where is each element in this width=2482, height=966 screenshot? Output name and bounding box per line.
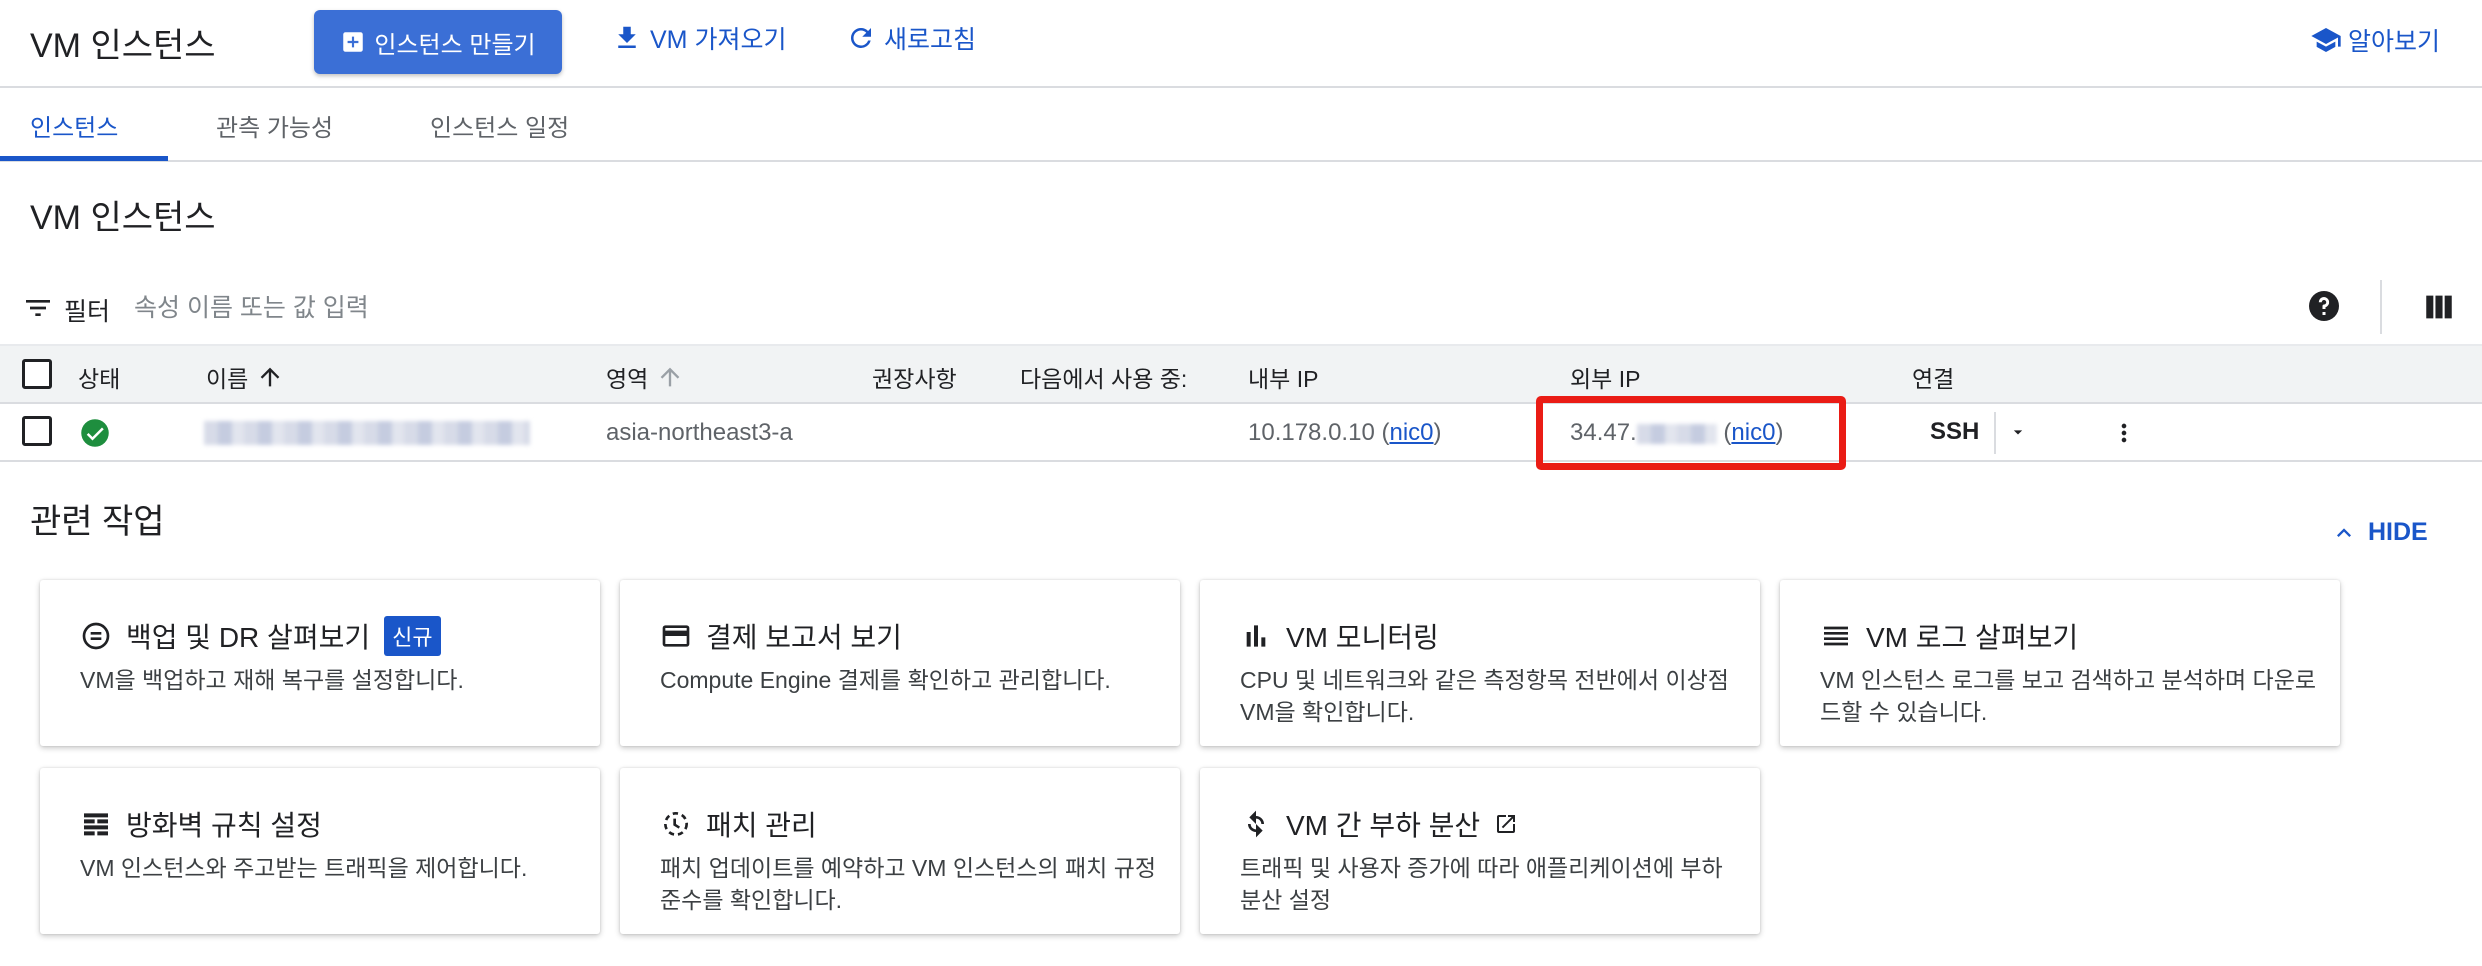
refresh-icon (850, 27, 871, 48)
ssh-divider (1994, 412, 1996, 454)
card-billing-report[interactable]: 결제 보고서 보기 Compute Engine 결제를 확인하고 관리합니다. (620, 580, 1180, 746)
column-display-icon[interactable] (2422, 290, 2456, 324)
table-row: asia-northeast3-a 10.178.0.10 (nic0) 34.… (0, 404, 2482, 462)
card-title: 패치 관리 (706, 810, 817, 841)
header-internal-ip[interactable]: 내부 IP (1248, 360, 1318, 394)
sort-arrow-up-icon (660, 367, 680, 387)
filter-bar: 필터 (0, 272, 2482, 346)
card-vm-logs[interactable]: VM 로그 살펴보기 VM 인스턴스 로그를 보고 검색하고 분석하며 다운로드… (1780, 580, 2340, 746)
hide-button[interactable]: HIDE (2330, 518, 2428, 547)
card-description: 패치 업데이트를 예약하고 VM 인스턴스의 패치 규정 준수를 확인합니다. (660, 855, 1157, 913)
tab-observability[interactable]: 관측 가능성 (216, 108, 333, 143)
school-icon (2311, 28, 2341, 52)
card-description: CPU 및 네트워크와 같은 측정항목 전반에서 이상점 VM을 확인합니다. (1240, 667, 1729, 725)
hide-label: HIDE (2368, 518, 2428, 546)
refresh-label: 새로고침 (884, 26, 977, 54)
card-description: Compute Engine 결제를 확인하고 관리합니다. (660, 667, 1111, 693)
header-status[interactable]: 상태 (78, 360, 120, 394)
header-name[interactable]: 이름 (206, 360, 284, 394)
card-description: VM 인스턴스 로그를 보고 검색하고 분석하며 다운로드할 수 있습니다. (1820, 667, 2317, 725)
tab-instance-schedules[interactable]: 인스턴스 일정 (430, 108, 569, 143)
page-header: VM 인스턴스 인스턴스 만들기 VM 가져오기 새로고침 알아보기 (0, 0, 2482, 88)
active-tab-indicator (0, 156, 168, 161)
add-box-icon (343, 32, 364, 52)
external-link-icon (1497, 815, 1516, 833)
learn-button[interactable]: 알아보기 (2310, 22, 2440, 58)
header-connect[interactable]: 연결 (1912, 360, 1954, 394)
internal-nic-link[interactable]: nic0 (1389, 419, 1433, 446)
row-checkbox[interactable] (22, 416, 52, 446)
table-header: 상태 이름 영역 권장사항 다음에서 사용 중: 내부 IP 외부 IP 연결 (0, 346, 2482, 404)
help-icon[interactable] (2306, 288, 2342, 324)
status-ok-icon (81, 419, 109, 447)
bar-chart-icon (1246, 625, 1266, 647)
card-firewall-rules[interactable]: 방화벽 규칙 설정 VM 인스턴스와 주고받는 트래픽을 제어합니다. (40, 768, 600, 934)
card-title: VM 모니터링 (1286, 622, 1439, 653)
page-title: VM 인스턴스 (30, 27, 216, 65)
import-vm-button[interactable]: VM 가져오기 (612, 20, 786, 56)
card-description: 트래픽 및 사용자 증가에 따라 애플리케이션에 부하 분산 설정 (1240, 855, 1723, 913)
internal-ip-cell: 10.178.0.10 (nic0) (1248, 419, 1442, 446)
learn-label: 알아보기 (2347, 28, 2440, 56)
select-all-checkbox[interactable] (22, 359, 52, 389)
card-description: VM 인스턴스와 주고받는 트래픽을 제어합니다. (80, 855, 528, 881)
header-in-use-by[interactable]: 다음에서 사용 중: (1020, 360, 1187, 394)
refresh-button[interactable]: 새로고침 (846, 20, 976, 56)
toolbar-divider (2380, 280, 2382, 334)
card-title: 결제 보고서 보기 (706, 622, 902, 653)
more-vert-icon[interactable] (2110, 414, 2138, 452)
patch-icon (664, 812, 688, 836)
billing-icon (662, 625, 690, 647)
section-title: VM 인스턴스 (30, 199, 216, 237)
logs-icon (1824, 626, 1848, 646)
card-vm-monitoring[interactable]: VM 모니터링 CPU 및 네트워크와 같은 측정항목 전반에서 이상점 VM을… (1200, 580, 1760, 746)
card-patch-management[interactable]: 패치 관리 패치 업데이트를 예약하고 VM 인스턴스의 패치 규정 준수를 확… (620, 768, 1180, 934)
import-vm-label: VM 가져오기 (650, 26, 787, 54)
related-title: 관련 작업 (30, 503, 165, 541)
filter-label: 필터 (64, 298, 111, 326)
external-ip-highlight (1536, 396, 1846, 470)
header-zone[interactable]: 영역 (606, 360, 684, 394)
ssh-button[interactable]: SSH (1930, 418, 1979, 446)
card-title: 백업 및 DR 살펴보기 (126, 622, 371, 653)
chevron-down-icon[interactable] (2008, 422, 2028, 442)
sort-arrow-up-icon (260, 367, 280, 387)
new-badge: 신규 (384, 616, 441, 656)
firewall-icon (84, 813, 108, 836)
filter-input[interactable] (134, 286, 934, 330)
card-description: VM을 백업하고 재해 복구를 설정합니다. (80, 667, 464, 693)
header-recommendation[interactable]: 권장사항 (872, 360, 957, 394)
tab-instances[interactable]: 인스턴스 (30, 108, 118, 143)
tab-bar: 인스턴스 관측 가능성 인스턴스 일정 (0, 90, 2482, 162)
create-instance-label: 인스턴스 만들기 (374, 31, 536, 59)
instance-name-redacted[interactable] (204, 421, 530, 445)
card-load-balancing[interactable]: VM 간 부하 분산 트래픽 및 사용자 증가에 따라 애플리케이션에 부하 분… (1200, 768, 1760, 934)
card-backup-dr[interactable]: 백업 및 DR 살펴보기 신규 VM을 백업하고 재해 복구를 설정합니다. (40, 580, 600, 746)
chevron-up-icon (2337, 527, 2351, 537)
header-external-ip[interactable]: 외부 IP (1570, 360, 1640, 394)
card-title: VM 간 부하 분산 (1286, 810, 1481, 841)
zone-cell: asia-northeast3-a (606, 419, 793, 446)
card-title: 방화벽 규칙 설정 (126, 810, 322, 841)
filter-icon[interactable] (22, 292, 54, 324)
load-balance-icon (1248, 810, 1264, 838)
backup-icon (82, 622, 110, 650)
create-instance-button[interactable]: 인스턴스 만들기 (314, 10, 562, 74)
download-icon (618, 26, 636, 48)
card-title: VM 로그 살펴보기 (1866, 622, 2079, 653)
